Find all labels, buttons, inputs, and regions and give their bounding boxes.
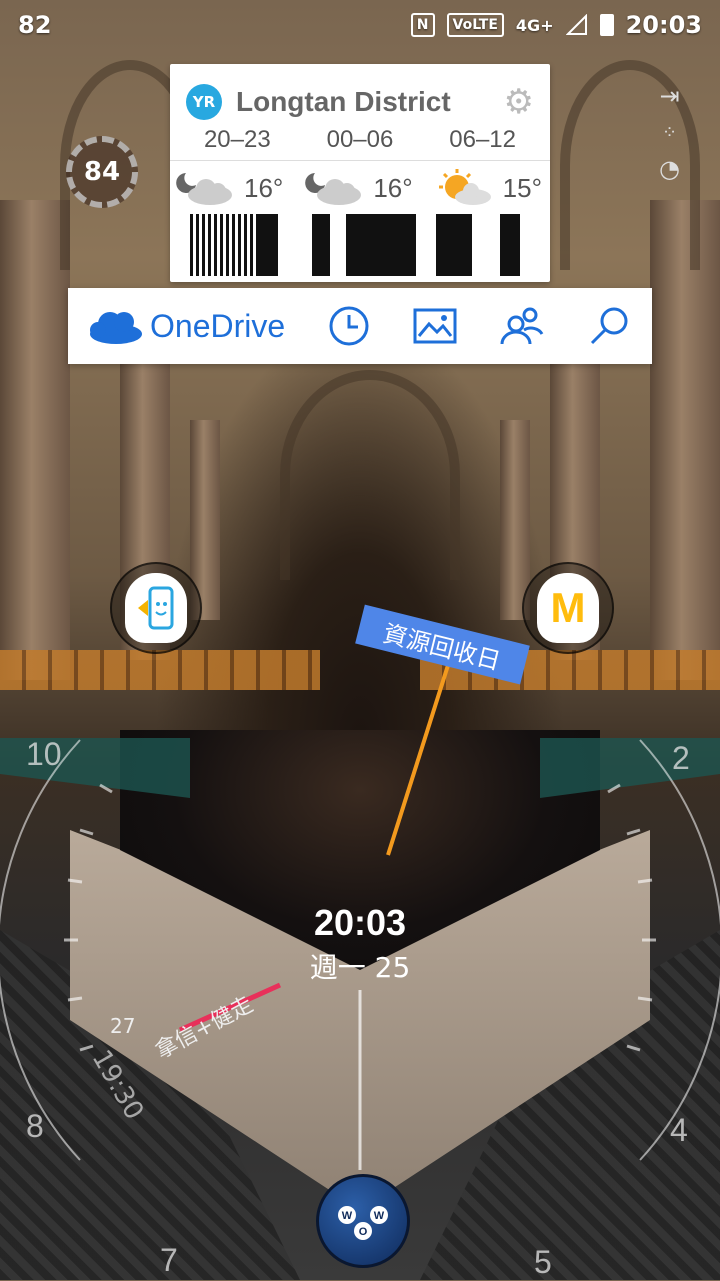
pillar	[0, 200, 70, 680]
forecast-temp: 15°	[502, 172, 542, 203]
onedrive-logo[interactable]: OneDrive	[86, 308, 285, 345]
network-type: 4G+	[515, 15, 554, 35]
status-time: 20:03	[625, 11, 702, 39]
cloud-moon-icon	[176, 173, 232, 205]
clock-icon	[329, 306, 368, 346]
forecast-temp: 16°	[373, 172, 413, 203]
svg-text:O: O	[359, 1226, 368, 1238]
cloud-moon-icon	[305, 173, 362, 205]
recent-button[interactable]	[321, 298, 377, 354]
hour-label: 10	[26, 736, 62, 772]
chairs	[0, 650, 320, 690]
forecast-item: 16°	[305, 169, 413, 207]
svg-text:W: W	[342, 1210, 353, 1222]
hour-label: 8	[26, 1108, 44, 1144]
clock-center[interactable]: 20:03 週一 25	[270, 902, 450, 986]
temperature-value: 84	[83, 157, 121, 187]
forecast-item: 15°	[435, 169, 542, 207]
forecast-item: 16°	[176, 169, 283, 207]
wow-launcher-button[interactable]: W W O	[316, 1174, 410, 1268]
phone-app-shortcut[interactable]	[110, 562, 202, 654]
mcdonalds-arches-icon: M	[550, 584, 586, 631]
shared-button[interactable]	[494, 298, 550, 354]
secondary-event-day: 27	[110, 1014, 136, 1038]
temperature-badge[interactable]: 84	[66, 136, 138, 208]
svg-text:W: W	[374, 1210, 385, 1222]
side-widget-icons: ⇥ ⁘ ◔	[659, 82, 680, 183]
precipitation-bars	[190, 214, 530, 276]
clock-time: 20:03	[313, 902, 407, 943]
hour-label: 2	[672, 740, 690, 776]
people-icon	[500, 307, 544, 345]
mcdonalds-icon: M	[537, 573, 599, 643]
hour-label: 5	[534, 1244, 552, 1280]
search-icon	[590, 307, 628, 345]
sun-cloud-icon	[438, 169, 491, 205]
hour-label: 4	[670, 1112, 688, 1148]
arch	[280, 370, 460, 580]
hour-label: 7	[160, 1242, 178, 1278]
mcdonalds-shortcut[interactable]: M	[522, 562, 614, 654]
collapse-icon[interactable]: ⇥	[659, 82, 679, 110]
dots-icon[interactable]: ⁘	[662, 122, 677, 143]
yr-logo: YR	[186, 84, 222, 120]
pie-icon[interactable]: ◔	[659, 155, 680, 183]
onedrive-widget[interactable]: OneDrive	[68, 288, 652, 364]
clock-date: 週一 25	[309, 951, 411, 984]
photos-button[interactable]	[407, 298, 463, 354]
font-rim	[540, 738, 720, 798]
search-button[interactable]	[581, 298, 637, 354]
gear-icon[interactable]: ⚙	[504, 82, 534, 122]
status-bar: 82 N VoLTE 4G+ 20:03	[0, 0, 720, 50]
phone-robot-icon	[138, 586, 174, 630]
weather-city: Longtan District	[236, 86, 451, 117]
battery-icon	[599, 14, 614, 36]
image-icon	[413, 308, 457, 344]
signal-icon	[565, 14, 587, 35]
period-time: 20–23	[203, 126, 271, 153]
status-left-number: 82	[18, 11, 52, 39]
onedrive-actions	[305, 298, 652, 354]
status-icons: N VoLTE 4G+ 20:03	[410, 11, 702, 39]
wow-logo-icon: W W O	[338, 1206, 388, 1240]
weather-forecast-row: 16° 16° 15°	[170, 160, 550, 207]
weather-periods: 20–23 00–06 06–12	[170, 126, 550, 154]
onedrive-label: OneDrive	[150, 307, 286, 344]
cloud-icon	[90, 312, 142, 344]
volte-badge: VoLTE	[446, 13, 504, 37]
period-time: 00–06	[326, 126, 394, 153]
pillar	[650, 200, 720, 680]
nfc-icon: N	[410, 13, 435, 37]
period-time: 06–12	[449, 126, 517, 153]
weather-widget[interactable]: YR Longtan District ⚙ 20–23 00–06 06–12 …	[170, 64, 550, 282]
forecast-temp: 16°	[244, 172, 284, 203]
phone-app-icon	[125, 573, 187, 643]
weather-header: YR Longtan District ⚙	[170, 64, 550, 122]
